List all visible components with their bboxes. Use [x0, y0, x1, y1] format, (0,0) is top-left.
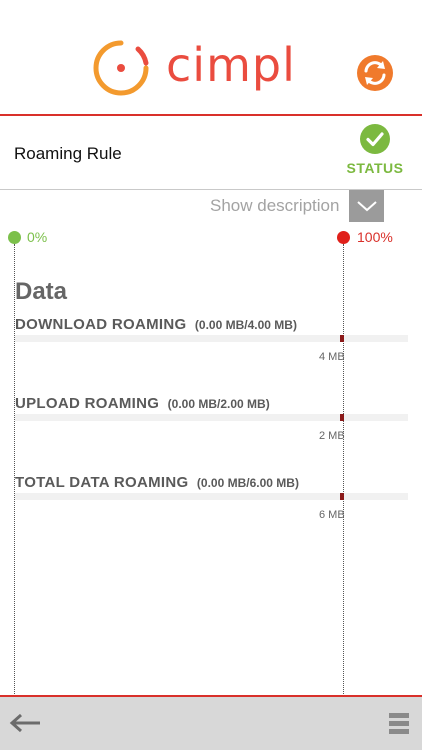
refresh-icon[interactable] [356, 54, 394, 92]
bottom-toolbar [0, 695, 422, 750]
cimpl-logo-icon [93, 40, 149, 96]
limit-label: 4 MB [319, 351, 345, 363]
limit-marker [340, 335, 344, 342]
menu-icon[interactable] [387, 711, 411, 735]
usage-bar [15, 414, 408, 421]
status-label: STATUS [346, 160, 404, 176]
back-arrow-icon[interactable] [8, 711, 42, 735]
metric-values: (0.00 MB/2.00 MB) [167, 397, 270, 411]
metric-values: (0.00 MB/6.00 MB) [196, 476, 299, 490]
scale-max-line [343, 244, 344, 696]
scale-max-label: 100% [357, 229, 393, 245]
scale-min-label: 0% [27, 229, 48, 245]
usage-bar [15, 493, 408, 500]
limit-label: 2 MB [319, 430, 345, 442]
brand-name: cimpl [166, 38, 296, 92]
metric-header: TOTAL DATA ROAMING (0.00 MB/6.00 MB) [15, 474, 299, 492]
scale-max-dot [337, 231, 350, 244]
scale-min-line [14, 244, 15, 696]
limit-marker [340, 414, 344, 421]
app-header: cimpl [0, 0, 422, 116]
show-description-label: Show description [210, 196, 340, 215]
metric-header: DOWNLOAD ROAMING (0.00 MB/4.00 MB) [15, 316, 297, 334]
rule-row: Roaming Rule STATUS [0, 116, 422, 190]
metric-name: UPLOAD ROAMING [15, 395, 160, 412]
scale-min-dot [8, 231, 21, 244]
show-description-button[interactable] [349, 190, 385, 222]
metric-values: (0.00 MB/4.00 MB) [194, 318, 297, 332]
metric-header: UPLOAD ROAMING (0.00 MB/2.00 MB) [15, 395, 270, 413]
limit-label: 6 MB [319, 509, 345, 521]
metric-name: DOWNLOAD ROAMING [15, 316, 187, 333]
rule-title: Roaming Rule [14, 144, 122, 163]
status-indicator[interactable]: STATUS [344, 124, 406, 176]
brand-logo: cimpl [92, 38, 296, 98]
metric-name: TOTAL DATA ROAMING [15, 474, 189, 491]
usage-bar [15, 335, 408, 342]
chevron-down-icon [357, 201, 377, 212]
show-description-toggle[interactable]: Show description [210, 190, 385, 222]
limit-marker [340, 493, 344, 500]
check-circle-icon [360, 124, 390, 154]
section-title: Data [15, 278, 68, 305]
